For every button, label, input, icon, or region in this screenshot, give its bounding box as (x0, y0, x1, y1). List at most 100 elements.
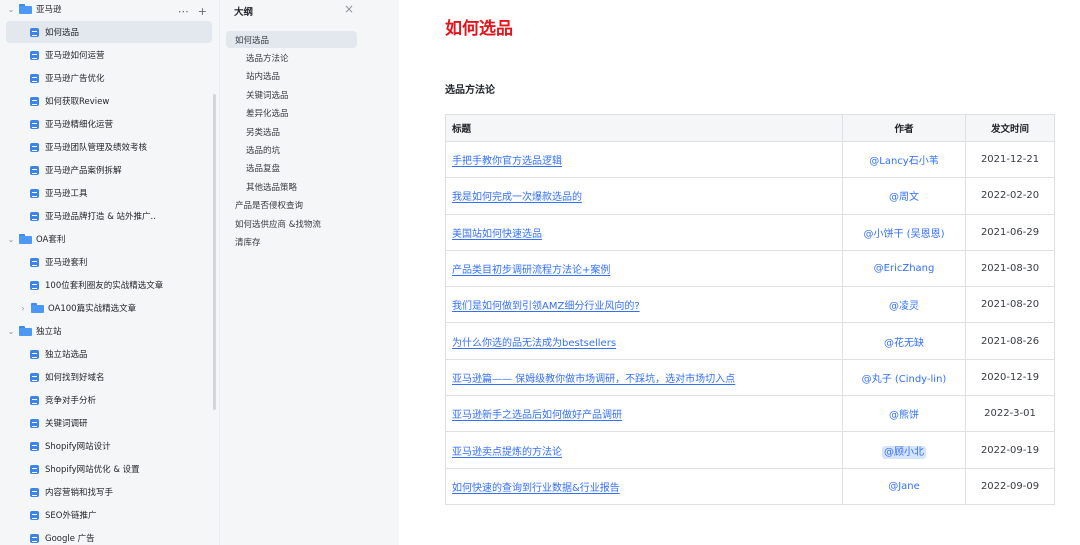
outline-item[interactable]: 如何选品 (226, 31, 357, 48)
document-icon (30, 142, 39, 152)
tree-item[interactable]: 如何选品 (6, 21, 212, 43)
tree-item[interactable]: 内容营销和找写手 (0, 481, 219, 503)
tree-item-label: Shopify网站设计 (45, 442, 111, 452)
table-row: 为什么你选的品无法成为bestsellers @花无缺 2021-08-26 (445, 322, 1055, 360)
author-cell: @顾小北 (842, 431, 966, 469)
folder-icon (19, 234, 32, 244)
tree-item-label: Shopify网站优化 & 设置 (45, 465, 140, 475)
document-icon (30, 165, 39, 175)
document-icon (30, 27, 39, 37)
date-cell: 2021-06-29 (965, 213, 1055, 251)
tree-item-label: 关键词调研 (45, 419, 88, 429)
date-cell: 2021-12-21 (965, 140, 1055, 179)
article-link[interactable]: 亚马逊篇—— 保姆级教你做市场调研，不踩坑，选对市场切入点 (452, 374, 735, 385)
tree-item[interactable]: 关键词调研 (0, 412, 219, 434)
tree-item[interactable]: 亚马逊如何运营 (0, 44, 219, 66)
author-mention[interactable]: @Lancy石小苇 (869, 156, 938, 167)
author-mention[interactable]: @EricZhang (874, 263, 935, 274)
tree-item[interactable]: 亚马逊套利 (0, 251, 219, 273)
date-cell: 2021-08-26 (965, 322, 1055, 360)
chevron-down-icon[interactable]: ⌄ (6, 5, 16, 14)
outline-item[interactable]: 清库存 (226, 233, 357, 250)
tree-item[interactable]: 亚马逊团队管理及绩效考核 (0, 136, 219, 158)
tree-item[interactable]: 亚马逊产品案例拆解 (0, 159, 219, 181)
tree-item[interactable]: Google 广告 (0, 527, 219, 545)
tree-item[interactable]: Shopify网站设计 (0, 435, 219, 457)
outline-item[interactable]: 差异化选品 (226, 105, 357, 122)
tree-item[interactable]: 100位套利圈友的实战精选文章 (0, 274, 219, 296)
author-mention[interactable]: @小饼干 (吴恩恩) (864, 229, 945, 240)
header-author: 作者 (842, 114, 966, 142)
article-link[interactable]: 如何快速的查询到行业数据&行业报告 (452, 483, 620, 494)
tree-item[interactable]: 亚马逊广告优化 (0, 67, 219, 89)
tree-item[interactable]: SEO外链推广 (0, 504, 219, 526)
article-link[interactable]: 我们是如何做到引领AMZ细分行业风向的? (452, 301, 640, 312)
tree-item-label: 独立站选品 (45, 350, 88, 360)
close-icon[interactable]: × (344, 2, 354, 16)
page-title: 如何选品 (445, 19, 513, 39)
article-link[interactable]: 产品类目初步调研流程方法论+案例 (452, 265, 610, 276)
article-link[interactable]: 为什么你选的品无法成为bestsellers (452, 338, 616, 349)
table-row: 如何快速的查询到行业数据&行业报告 @Jane 2022-09-09 (445, 467, 1055, 505)
sidebar-scrollbar[interactable] (213, 94, 216, 410)
document-icon (30, 533, 39, 543)
tree-item-label: OA100篇实战精选文章 (48, 304, 137, 314)
tree-folder[interactable]: ⌄ 独立站 (0, 320, 219, 342)
author-mention[interactable]: @熊饼 (889, 410, 919, 421)
author-mention[interactable]: @Jane (888, 481, 920, 492)
tree-folder[interactable]: ⌄ OA套利 (0, 228, 219, 250)
author-mention[interactable]: @凌灵 (889, 301, 919, 312)
outline-item[interactable]: 选品复盘 (226, 160, 357, 177)
chevron-down-icon[interactable]: ⌄ (6, 327, 16, 336)
document-icon (30, 188, 39, 198)
tree-item[interactable]: 竞争对手分析 (0, 389, 219, 411)
outline-item[interactable]: 另类选品 (226, 123, 357, 140)
article-link[interactable]: 美国站如何快速选品 (452, 229, 542, 240)
document-icon (30, 211, 39, 221)
document-icon (30, 464, 39, 474)
outline-item[interactable]: 关键词选品 (226, 86, 357, 103)
tree-item[interactable]: 亚马逊工具 (0, 182, 219, 204)
outline-item[interactable]: 产品是否侵权查询 (226, 197, 357, 214)
author-mention[interactable]: @顾小北 (882, 445, 926, 459)
tree-item[interactable]: Shopify网站优化 & 设置 (0, 458, 219, 480)
article-link[interactable]: 手把手教你官方选品逻辑 (452, 156, 562, 167)
tree-item-label: 亚马逊精细化运营 (45, 120, 114, 130)
tree-item[interactable]: 如何找到好域名 (0, 366, 219, 388)
table-row: 亚马逊篇—— 保姆级教你做市场调研，不踩坑，选对市场切入点 @丸子 (Cindy-… (445, 358, 1055, 397)
author-mention[interactable]: @花无缺 (884, 338, 924, 349)
author-mention[interactable]: @丸子 (Cindy-lin) (862, 374, 947, 385)
author-mention[interactable]: @周文 (889, 192, 919, 203)
table-row: 亚马逊新手之选品后如何做好产品调研 @熊饼 2022-3-01 (445, 395, 1055, 433)
author-cell: @丸子 (Cindy-lin) (842, 358, 966, 397)
tree-item-label: 如何找到好域名 (45, 373, 105, 383)
article-link[interactable]: 亚马逊卖点提炼的方法论 (452, 447, 562, 458)
document-icon (30, 119, 39, 129)
document-icon (30, 73, 39, 83)
tree-item[interactable]: 独立站选品 (0, 343, 219, 365)
document-icon (30, 257, 39, 267)
title-cell: 亚马逊篇—— 保姆级教你做市场调研，不踩坑，选对市场切入点 (445, 358, 843, 397)
tree-item[interactable]: 亚马逊品牌打造 & 站外推广.. (0, 205, 219, 227)
date-cell: 2021-08-30 (965, 249, 1055, 288)
tree-item-label: Google 广告 (45, 534, 95, 544)
tree-item[interactable]: 如何获取Review (0, 90, 219, 112)
chevron-right-icon[interactable]: › (18, 304, 28, 313)
add-icon[interactable]: + (198, 5, 207, 18)
outline-item[interactable]: 站内选品 (226, 68, 357, 85)
outline-item[interactable]: 其他选品策略 (226, 178, 357, 195)
tree-item-label: 如何获取Review (45, 97, 110, 107)
outline-item[interactable]: 选品的坑 (226, 141, 357, 158)
more-icon[interactable]: ⋯ (178, 5, 189, 18)
article-link[interactable]: 亚马逊新手之选品后如何做好产品调研 (452, 410, 622, 421)
tree-item[interactable]: 亚马逊精细化运营 (0, 113, 219, 135)
folder-icon (19, 4, 32, 14)
outline-item[interactable]: 选品方法论 (226, 49, 357, 66)
tree-folder[interactable]: › OA100篇实战精选文章 (0, 297, 219, 319)
date-cell: 2022-09-19 (965, 431, 1055, 469)
date-cell: 2020-12-19 (965, 358, 1055, 397)
table-row: 我是如何完成一次爆款选品的 @周文 2022-02-20 (445, 177, 1055, 215)
article-link[interactable]: 我是如何完成一次爆款选品的 (452, 192, 582, 203)
chevron-down-icon[interactable]: ⌄ (6, 235, 16, 244)
outline-item[interactable]: 如何选供应商 &找物流 (226, 215, 357, 232)
